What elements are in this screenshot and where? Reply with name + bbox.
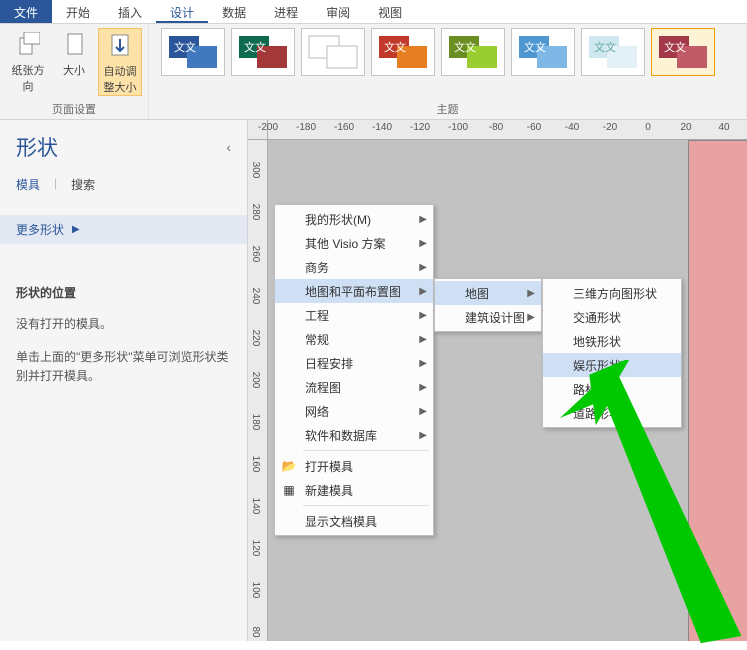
menu-3d-direction[interactable]: 三维方向图形状: [543, 281, 681, 305]
svg-text:文文: 文文: [454, 40, 476, 54]
tab-insert[interactable]: 插入: [104, 0, 156, 23]
tab-file[interactable]: 文件: [0, 0, 52, 23]
tab-data[interactable]: 数据: [208, 0, 260, 23]
tab-design[interactable]: 设计: [156, 0, 208, 23]
autosize-label: 自动调整大小: [103, 63, 137, 95]
search-tab[interactable]: 搜索: [71, 176, 95, 193]
menu-building-plan[interactable]: 建筑设计图▶: [435, 305, 541, 329]
menu-road2[interactable]: 道路形状: [543, 401, 681, 425]
size-label: 大小: [63, 62, 85, 78]
svg-text:文文: 文文: [664, 40, 686, 54]
shape-position-heading: 形状的位置: [16, 284, 231, 301]
menu-recreation[interactable]: 娱乐形状: [543, 353, 681, 377]
svg-text:文文: 文文: [384, 40, 406, 54]
theme-3[interactable]: [301, 28, 365, 76]
stencil-tab[interactable]: 模具: [16, 176, 40, 193]
menu-flowchart[interactable]: 流程图▶: [275, 375, 433, 399]
menu-schedule[interactable]: 日程安排▶: [275, 351, 433, 375]
orientation-icon: [16, 32, 40, 60]
autosize-icon: [108, 33, 132, 61]
tab-process[interactable]: 进程: [260, 0, 312, 23]
page-background[interactable]: [688, 140, 747, 641]
menu-road[interactable]: 路标形状: [543, 377, 681, 401]
menu-my-shapes[interactable]: 我的形状(M)▶: [275, 207, 433, 231]
menu-map[interactable]: 地图▶: [435, 281, 541, 305]
menu-other-visio[interactable]: 其他 Visio 方案▶: [275, 231, 433, 255]
new-stencil-icon: ▦: [281, 482, 297, 498]
pane-divider: |: [54, 176, 57, 193]
ribbon: 纸张方向 大小 自动调整大小 页面设置 文文 文文 文文 文文 文文 文文 文文…: [0, 24, 747, 120]
page-setup-group-label: 页面设置: [6, 99, 142, 117]
more-shapes-label: 更多形状: [16, 221, 64, 238]
menu-open-stencil[interactable]: 📂打开模具: [275, 454, 433, 478]
menu-maps[interactable]: 地图和平面布置图▶: [275, 279, 433, 303]
theme-7[interactable]: 文文: [581, 28, 645, 76]
group-themes: 文文 文文 文文 文文 文文 文文 文文 主题: [149, 24, 747, 119]
more-shapes-menu: 我的形状(M)▶ 其他 Visio 方案▶ 商务▶ 地图和平面布置图▶ 工程▶ …: [274, 204, 434, 536]
autosize-button[interactable]: 自动调整大小: [98, 28, 142, 96]
maps-submenu: 地图▶ 建筑设计图▶: [434, 278, 542, 332]
orientation-button[interactable]: 纸张方向: [6, 28, 50, 96]
tab-home[interactable]: 开始: [52, 0, 104, 23]
menu-general[interactable]: 常规▶: [275, 327, 433, 351]
svg-text:文文: 文文: [244, 40, 266, 54]
shapes-pane: 形状 ‹ 模具 | 搜索 更多形状 ▶ 形状的位置 没有打开的模具。 单击上面的…: [0, 120, 248, 641]
submenu-arrow-icon: ▶: [419, 214, 427, 225]
menu-separator-2: [303, 505, 429, 506]
pane-title: 形状: [16, 132, 58, 162]
menu-separator: [303, 450, 429, 451]
group-page-setup: 纸张方向 大小 自动调整大小 页面设置: [0, 24, 149, 119]
menu-transportation[interactable]: 交通形状: [543, 305, 681, 329]
map-submenu: 三维方向图形状 交通形状 地铁形状 娱乐形状 路标形状 道路形状: [542, 278, 682, 428]
tab-view[interactable]: 视图: [364, 0, 416, 23]
theme-6[interactable]: 文文: [511, 28, 575, 76]
tab-review[interactable]: 审阅: [312, 0, 364, 23]
svg-text:文文: 文文: [594, 40, 616, 54]
ruler-horizontal: -200-180-160-140-120-100-80-60-40-200204…: [268, 120, 747, 140]
open-folder-icon: 📂: [281, 458, 297, 474]
menu-engineering[interactable]: 工程▶: [275, 303, 433, 327]
orientation-label: 纸张方向: [10, 62, 46, 94]
size-icon: [62, 32, 86, 60]
svg-text:文文: 文文: [174, 40, 196, 54]
empty-stencil-text: 没有打开的模具。: [16, 315, 231, 334]
theme-2[interactable]: 文文: [231, 28, 295, 76]
menu-software-db[interactable]: 软件和数据库▶: [275, 423, 433, 447]
theme-8[interactable]: 文文: [651, 28, 715, 76]
theme-1[interactable]: 文文: [161, 28, 225, 76]
more-shapes-button[interactable]: 更多形状 ▶: [0, 215, 247, 244]
svg-text:文文: 文文: [524, 40, 546, 54]
theme-5[interactable]: 文文: [441, 28, 505, 76]
chevron-right-icon: ▶: [72, 224, 80, 235]
menu-show-doc-stencil[interactable]: 显示文档模具: [275, 509, 433, 533]
menu-metro[interactable]: 地铁形状: [543, 329, 681, 353]
menu-business[interactable]: 商务▶: [275, 255, 433, 279]
pane-collapse-icon[interactable]: ‹: [226, 139, 231, 155]
menu-network[interactable]: 网络▶: [275, 399, 433, 423]
ribbon-tabs: 文件 开始 插入 设计 数据 进程 审阅 视图: [0, 0, 747, 24]
theme-group-label: 主题: [155, 99, 740, 117]
menu-new-stencil[interactable]: ▦新建模具: [275, 478, 433, 502]
ruler-vertical: 30028026024022020018016014012010080: [248, 140, 268, 641]
theme-4[interactable]: 文文: [371, 28, 435, 76]
size-button[interactable]: 大小: [52, 28, 96, 96]
hint-text: 单击上面的"更多形状"菜单可浏览形状类别并打开模具。: [16, 348, 231, 386]
